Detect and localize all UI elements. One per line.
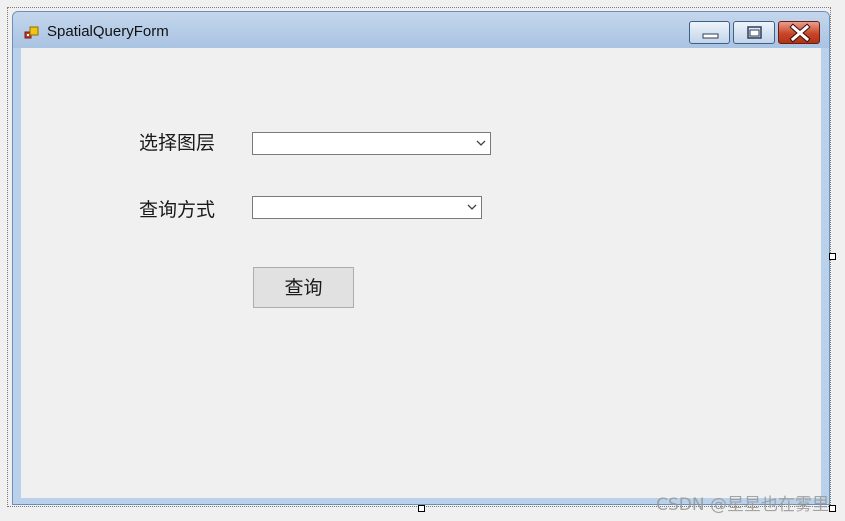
layer-label: 选择图层: [139, 132, 216, 154]
resize-grip-bottom[interactable]: [418, 505, 425, 512]
winforms-form-icon: [24, 26, 39, 39]
title-bar[interactable]: SpatialQueryForm: [13, 12, 829, 48]
chevron-down-icon: [467, 204, 477, 210]
minimize-icon: [702, 33, 719, 39]
chevron-down-icon: [476, 140, 486, 146]
layer-combobox[interactable]: [252, 132, 491, 155]
resize-grip-right[interactable]: [829, 253, 836, 260]
resize-grip-corner[interactable]: [829, 505, 836, 512]
close-button[interactable]: [778, 21, 820, 44]
method-combobox[interactable]: [252, 196, 482, 219]
minimize-button[interactable]: [689, 21, 730, 44]
close-icon: [789, 23, 811, 43]
designer-surface: SpatialQueryForm 选择图层 查询方式 查询 CSDN @星星也在…: [0, 0, 845, 521]
maximize-icon: [747, 26, 762, 39]
window-title: SpatialQueryForm: [47, 23, 169, 40]
maximize-button[interactable]: [733, 21, 775, 44]
query-button[interactable]: 查询: [253, 267, 354, 308]
method-label: 查询方式: [139, 199, 216, 221]
form-client-area: 选择图层 查询方式 查询: [21, 48, 821, 498]
watermark: CSDN @星星也在雾里: [656, 495, 829, 515]
form-window[interactable]: SpatialQueryForm 选择图层 查询方式 查询: [12, 11, 830, 505]
